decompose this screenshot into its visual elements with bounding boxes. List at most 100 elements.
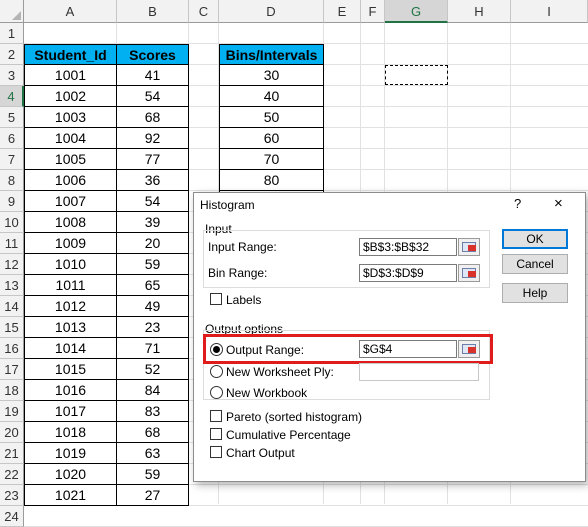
- student-id-cell[interactable]: 1011: [24, 275, 117, 296]
- student-id-cell[interactable]: 1001: [24, 65, 117, 86]
- column-header-e[interactable]: E: [324, 0, 361, 23]
- column-header-b[interactable]: B: [117, 0, 189, 23]
- student-id-cell[interactable]: 1018: [24, 422, 117, 443]
- column-header-h[interactable]: H: [448, 0, 511, 23]
- student-id-cell[interactable]: 1020: [24, 464, 117, 485]
- student-id-cell[interactable]: 1008: [24, 212, 117, 233]
- new-workbook-radio[interactable]: [210, 386, 223, 399]
- row-header-6[interactable]: 6: [0, 128, 24, 149]
- score-cell[interactable]: 92: [117, 128, 189, 149]
- row-header-7[interactable]: 7: [0, 149, 24, 170]
- score-cell[interactable]: 27: [117, 485, 189, 506]
- student-id-cell[interactable]: 1019: [24, 443, 117, 464]
- row-header-1[interactable]: 1: [0, 23, 24, 44]
- row-header-2[interactable]: 2: [0, 44, 24, 65]
- bin-cell[interactable]: 70: [219, 149, 324, 170]
- student-id-cell[interactable]: 1012: [24, 296, 117, 317]
- score-cell[interactable]: 65: [117, 275, 189, 296]
- header-scores[interactable]: Scores: [117, 44, 189, 65]
- student-id-cell[interactable]: 1009: [24, 233, 117, 254]
- score-cell[interactable]: 36: [117, 170, 189, 191]
- score-cell[interactable]: 83: [117, 401, 189, 422]
- column-header-f[interactable]: F: [361, 0, 385, 23]
- row-header-23[interactable]: 23: [0, 485, 24, 506]
- student-id-cell[interactable]: 1007: [24, 191, 117, 212]
- header-bins[interactable]: Bins/Intervals: [219, 44, 324, 65]
- bin-cell[interactable]: 60: [219, 128, 324, 149]
- score-cell[interactable]: 59: [117, 464, 189, 485]
- student-id-cell[interactable]: 1013: [24, 317, 117, 338]
- score-cell[interactable]: 54: [117, 86, 189, 107]
- bin-cell[interactable]: 50: [219, 107, 324, 128]
- score-cell[interactable]: 49: [117, 296, 189, 317]
- new-worksheet-ply-radio[interactable]: [210, 365, 223, 378]
- score-cell[interactable]: 52: [117, 359, 189, 380]
- row-header-18[interactable]: 18: [0, 380, 24, 401]
- cumulative-percentage-checkbox[interactable]: [210, 428, 222, 440]
- row-header-17[interactable]: 17: [0, 359, 24, 380]
- student-id-cell[interactable]: 1003: [24, 107, 117, 128]
- column-header-c[interactable]: C: [189, 0, 219, 23]
- row-header-19[interactable]: 19: [0, 401, 24, 422]
- row-header-16[interactable]: 16: [0, 338, 24, 359]
- score-cell[interactable]: 20: [117, 233, 189, 254]
- bin-cell[interactable]: 30: [219, 65, 324, 86]
- row-header-21[interactable]: 21: [0, 443, 24, 464]
- score-cell[interactable]: 59: [117, 254, 189, 275]
- row-header-11[interactable]: 11: [0, 233, 24, 254]
- student-id-cell[interactable]: 1002: [24, 86, 117, 107]
- column-header-a[interactable]: A: [24, 0, 117, 23]
- column-header-g[interactable]: G: [385, 0, 448, 23]
- score-cell[interactable]: 77: [117, 149, 189, 170]
- row-header-12[interactable]: 12: [0, 254, 24, 275]
- student-id-cell[interactable]: 1014: [24, 338, 117, 359]
- chart-output-checkbox[interactable]: [210, 446, 222, 458]
- row-header-24[interactable]: 24: [0, 506, 24, 527]
- header-student-id[interactable]: Student_Id: [24, 44, 117, 65]
- score-cell[interactable]: 41: [117, 65, 189, 86]
- row-header-15[interactable]: 15: [0, 317, 24, 338]
- row-header-4[interactable]: 4: [0, 86, 24, 107]
- row-header-3[interactable]: 3: [0, 65, 24, 86]
- score-cell[interactable]: 63: [117, 443, 189, 464]
- row-header-8[interactable]: 8: [0, 170, 24, 191]
- close-icon[interactable]: ×: [554, 195, 563, 212]
- student-id-cell[interactable]: 1010: [24, 254, 117, 275]
- new-worksheet-ply-field[interactable]: [359, 363, 479, 381]
- column-header-d[interactable]: D: [219, 0, 324, 23]
- help-button[interactable]: Help: [502, 283, 568, 303]
- student-id-cell[interactable]: 1005: [24, 149, 117, 170]
- score-cell[interactable]: 71: [117, 338, 189, 359]
- student-id-cell[interactable]: 1021: [24, 485, 117, 506]
- student-id-cell[interactable]: 1006: [24, 170, 117, 191]
- score-cell[interactable]: 84: [117, 380, 189, 401]
- student-id-cell[interactable]: 1015: [24, 359, 117, 380]
- labels-checkbox[interactable]: [210, 293, 222, 305]
- row-header-9[interactable]: 9: [0, 191, 24, 212]
- ok-button[interactable]: OK: [502, 229, 568, 249]
- bin-range-field[interactable]: $D$3:$D$9: [359, 264, 457, 282]
- score-cell[interactable]: 68: [117, 107, 189, 128]
- score-cell[interactable]: 39: [117, 212, 189, 233]
- score-cell[interactable]: 54: [117, 191, 189, 212]
- bin-cell[interactable]: 80: [219, 170, 324, 191]
- score-cell[interactable]: 23: [117, 317, 189, 338]
- row-header-13[interactable]: 13: [0, 275, 24, 296]
- row-header-14[interactable]: 14: [0, 296, 24, 317]
- student-id-cell[interactable]: 1017: [24, 401, 117, 422]
- help-icon[interactable]: ?: [514, 196, 521, 211]
- cancel-button[interactable]: Cancel: [502, 254, 568, 274]
- input-range-field[interactable]: $B$3:$B$32: [359, 238, 457, 256]
- row-header-22[interactable]: 22: [0, 464, 24, 485]
- student-id-cell[interactable]: 1016: [24, 380, 117, 401]
- pareto-checkbox[interactable]: [210, 410, 222, 422]
- bin-range-collapse-icon[interactable]: [458, 264, 480, 282]
- row-header-10[interactable]: 10: [0, 212, 24, 233]
- column-header-i[interactable]: I: [511, 0, 588, 23]
- row-header-20[interactable]: 20: [0, 422, 24, 443]
- input-range-collapse-icon[interactable]: [458, 238, 480, 256]
- score-cell[interactable]: 68: [117, 422, 189, 443]
- bin-cell[interactable]: 40: [219, 86, 324, 107]
- select-all-corner[interactable]: [0, 0, 24, 23]
- row-header-5[interactable]: 5: [0, 107, 24, 128]
